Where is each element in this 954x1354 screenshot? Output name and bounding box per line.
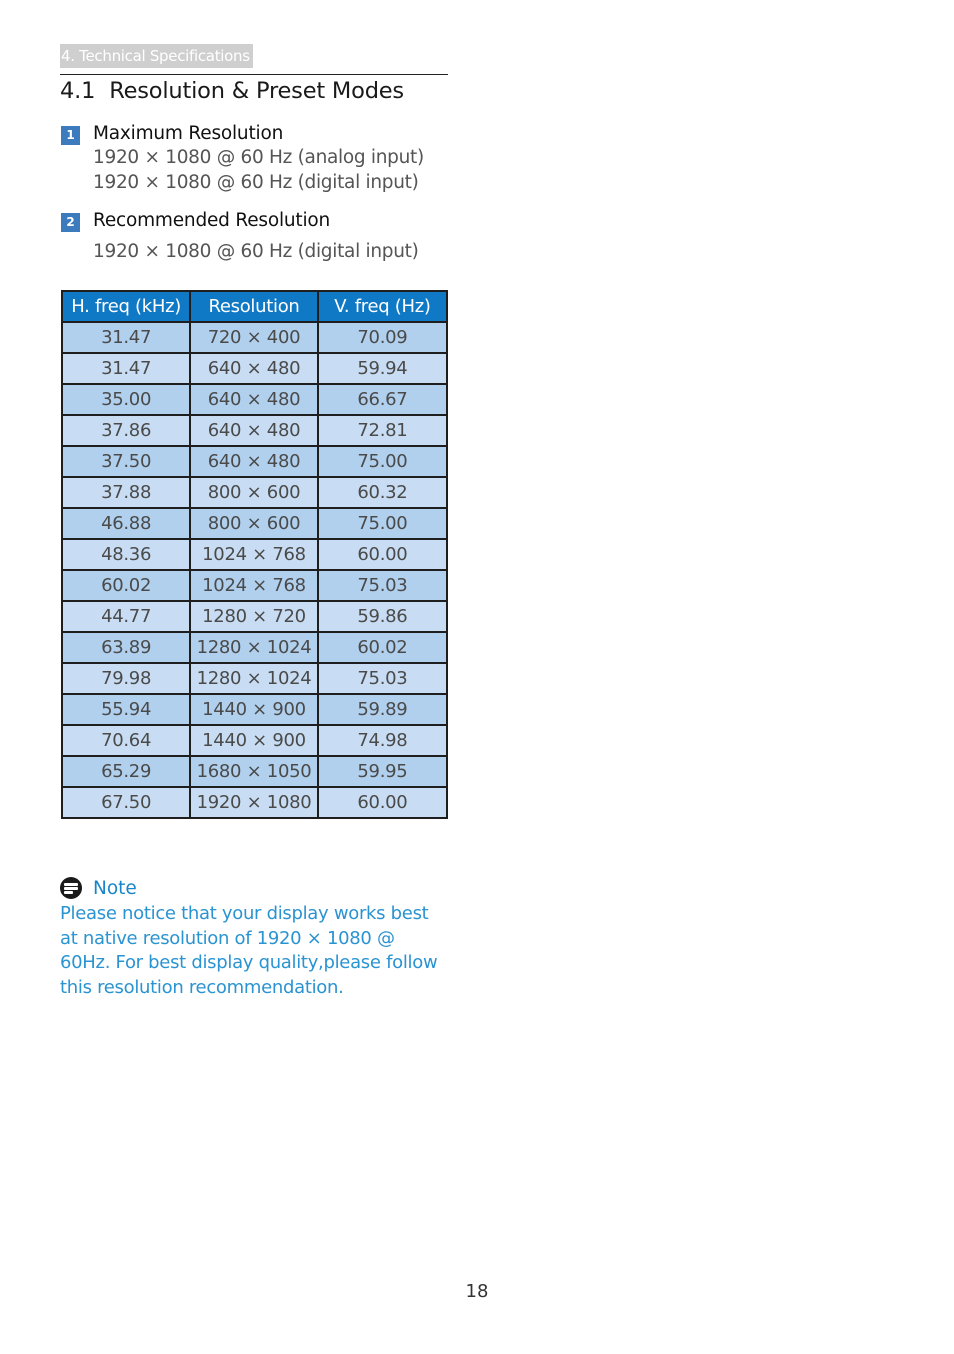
- cell-vfreq: 75.03: [316, 569, 449, 602]
- cell-hfreq: 44.77: [60, 600, 192, 633]
- table-row: 37.50 640 × 480 75.00: [60, 445, 449, 478]
- cell-hfreq: 46.88: [60, 507, 192, 540]
- cell-hfreq: 35.00: [60, 383, 192, 416]
- column-header-vfreq: V. freq (Hz): [316, 290, 449, 323]
- cell-vfreq: 70.09: [316, 321, 449, 354]
- item-line: 1920 × 1080 @ 60 Hz (digital input): [93, 172, 419, 193]
- section-tag: 4. Technical Specifications: [60, 44, 253, 68]
- table-row: 31.47 720 × 400 70.09: [60, 321, 449, 354]
- cell-resolution: 1280 × 1024: [189, 662, 319, 695]
- table-row: 37.88 800 × 600 60.32: [60, 476, 449, 509]
- preset-modes-table: H. freq (kHz) Resolution V. freq (Hz) 31…: [60, 290, 449, 819]
- table-body: 31.47 720 × 400 70.09 31.47 640 × 480 59.94 35…: [60, 321, 449, 819]
- cell-vfreq: 75.00: [316, 445, 449, 478]
- cell-hfreq: 31.47: [60, 352, 192, 385]
- item-line: 1920 × 1080 @ 60 Hz (analog input): [93, 147, 424, 168]
- cell-resolution: 640 × 480: [189, 445, 319, 478]
- cell-vfreq: 59.94: [316, 352, 449, 385]
- cell-resolution: 1280 × 720: [189, 600, 319, 633]
- item-heading: Maximum Resolution: [93, 123, 284, 144]
- cell-hfreq: 55.94: [60, 693, 192, 726]
- table-row: 46.88 800 × 600 75.00: [60, 507, 449, 540]
- cell-vfreq: 75.00: [316, 507, 449, 540]
- cell-hfreq: 63.89: [60, 631, 192, 664]
- table-row: 44.77 1280 × 720 59.86: [60, 600, 449, 633]
- cell-resolution: 640 × 480: [189, 383, 319, 416]
- section-number: 4.1: [60, 78, 96, 104]
- cell-resolution: 800 × 600: [189, 476, 319, 509]
- table-row: 79.98 1280 × 1024 75.03: [60, 662, 449, 695]
- table-row: 63.89 1280 × 1024 60.02: [60, 631, 449, 664]
- cell-hfreq: 65.29: [60, 755, 192, 788]
- page-number: 18: [465, 1281, 489, 1302]
- cell-vfreq: 60.00: [316, 786, 449, 819]
- cell-vfreq: 60.00: [316, 538, 449, 571]
- cell-vfreq: 60.02: [316, 631, 449, 664]
- cell-resolution: 800 × 600: [189, 507, 319, 540]
- cell-resolution: 1440 × 900: [189, 724, 319, 757]
- cell-resolution: 1920 × 1080: [189, 786, 319, 819]
- table-row: 67.50 1920 × 1080 60.00: [60, 786, 449, 819]
- column-header-hfreq: H. freq (kHz): [60, 290, 192, 323]
- cell-resolution: 1024 × 768: [189, 538, 319, 571]
- table-row: 65.29 1680 × 1050 59.95: [60, 755, 449, 788]
- table-row: 55.94 1440 × 900 59.89: [60, 693, 449, 726]
- table-row: 37.86 640 × 480 72.81: [60, 414, 449, 447]
- table-row: 60.02 1024 × 768 75.03: [60, 569, 449, 602]
- item-number-badge: 1: [61, 126, 80, 145]
- table-row: 35.00 640 × 480 66.67: [60, 383, 449, 416]
- note-title: Note: [93, 877, 137, 899]
- column-header-resolution: Resolution: [189, 290, 319, 323]
- cell-resolution: 1280 × 1024: [189, 631, 319, 664]
- cell-vfreq: 59.86: [316, 600, 449, 633]
- item-number-badge: 2: [61, 213, 80, 232]
- cell-vfreq: 74.98: [316, 724, 449, 757]
- cell-vfreq: 75.03: [316, 662, 449, 695]
- cell-resolution: 1024 × 768: [189, 569, 319, 602]
- cell-vfreq: 66.67: [316, 383, 449, 416]
- page-title: 4.1 Resolution & Preset Modes: [60, 76, 404, 106]
- note-body: Please notice that your display works be…: [60, 903, 438, 998]
- cell-hfreq: 31.47: [60, 321, 192, 354]
- cell-resolution: 720 × 400: [189, 321, 319, 354]
- cell-hfreq: 60.02: [60, 569, 192, 602]
- cell-hfreq: 37.88: [60, 476, 192, 509]
- table-row: 31.47 640 × 480 59.94: [60, 352, 449, 385]
- item-heading: Recommended Resolution: [93, 210, 331, 231]
- cell-hfreq: 79.98: [60, 662, 192, 695]
- section-title: Resolution & Preset Modes: [109, 78, 404, 104]
- cell-vfreq: 60.32: [316, 476, 449, 509]
- item-line: 1920 × 1080 @ 60 Hz (digital input): [93, 241, 419, 262]
- cell-hfreq: 70.64: [60, 724, 192, 757]
- cell-vfreq: 59.95: [316, 755, 449, 788]
- note-icon: [60, 877, 82, 899]
- cell-hfreq: 48.36: [60, 538, 192, 571]
- cell-resolution: 640 × 480: [189, 414, 319, 447]
- cell-resolution: 1680 × 1050: [189, 755, 319, 788]
- cell-hfreq: 37.86: [60, 414, 192, 447]
- cell-resolution: 1440 × 900: [189, 693, 319, 726]
- table-header-row: H. freq (kHz) Resolution V. freq (Hz): [60, 290, 449, 323]
- cell-resolution: 640 × 480: [189, 352, 319, 385]
- cell-hfreq: 37.50: [60, 445, 192, 478]
- header-divider: [60, 74, 448, 75]
- table-row: 70.64 1440 × 900 74.98: [60, 724, 449, 757]
- cell-hfreq: 67.50: [60, 786, 192, 819]
- table-row: 48.36 1024 × 768 60.00: [60, 538, 449, 571]
- cell-vfreq: 72.81: [316, 414, 449, 447]
- cell-vfreq: 59.89: [316, 693, 449, 726]
- note-header: Note: [60, 876, 137, 900]
